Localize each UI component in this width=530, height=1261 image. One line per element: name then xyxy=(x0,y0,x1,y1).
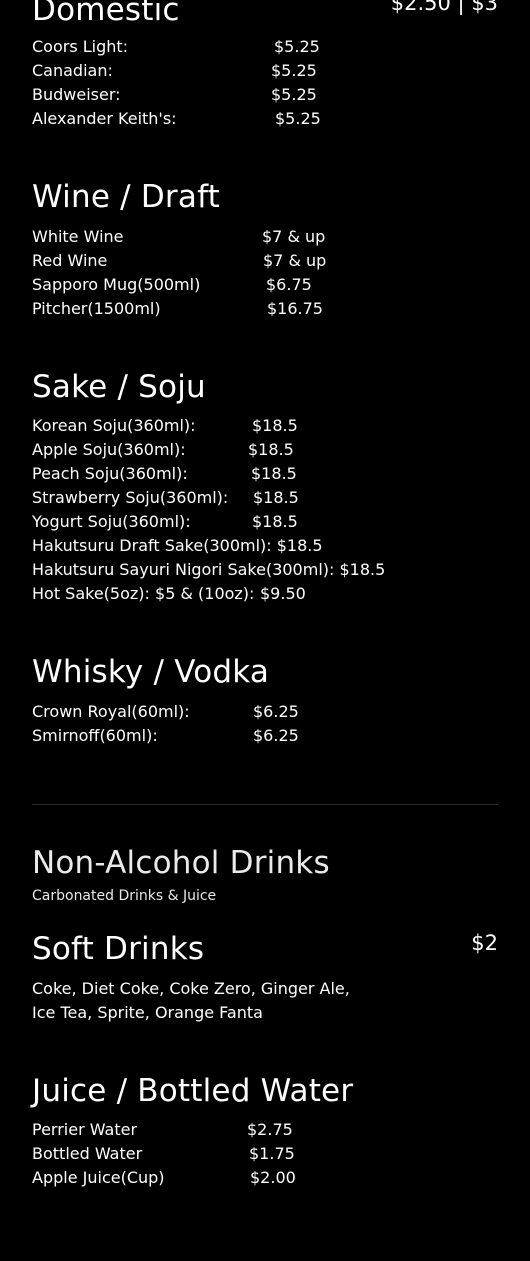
item-price: $6.75 xyxy=(266,275,312,294)
section-title-domestic: Domestic xyxy=(32,0,180,28)
section-title-wine: Wine / Draft xyxy=(32,179,220,215)
item-name: White Wine xyxy=(32,227,124,246)
section-divider xyxy=(32,804,498,805)
item-price: $18.5 xyxy=(252,416,298,435)
menu-item: Budweiser: $5.25 xyxy=(32,83,317,107)
menu-item: Coors Light: $5.25 xyxy=(32,35,320,59)
section-title-soft-drinks: Soft Drinks xyxy=(32,931,205,967)
item-price: $18.5 xyxy=(248,440,294,459)
item-name: Korean Soju(360ml): xyxy=(32,416,196,435)
item-name: Smirnoff(60ml): xyxy=(32,726,158,745)
menu-item: Alexander Keith's: $5.25 xyxy=(32,107,321,131)
item-name: Perrier Water xyxy=(32,1120,138,1139)
item-price: $6.25 xyxy=(253,702,299,721)
menu-item: Strawberry Soju(360ml): $18.5 xyxy=(32,486,299,510)
menu-item: Peach Soju(360ml): $18.5 xyxy=(32,462,297,486)
menu-item: Sapporo Mug(500ml) $6.75 xyxy=(32,273,312,297)
menu-item: Hakutsuru Sayuri Nigori Sake(300ml): $18… xyxy=(32,558,385,582)
item-price: $18.5 xyxy=(252,512,298,531)
item-name: Hakutsuru Sayuri Nigori Sake(300ml): $18… xyxy=(32,560,386,579)
item-name: Yogurt Soju(360ml): xyxy=(32,512,191,531)
menu-item: Korean Soju(360ml): $18.5 xyxy=(32,414,298,438)
menu-item: Hakutsuru Draft Sake(300ml): $18.5 xyxy=(32,534,323,558)
item-price: $18.5 xyxy=(253,488,299,507)
menu-item: Apple Juice(Cup) $2.00 xyxy=(32,1166,296,1190)
item-name: Strawberry Soju(360ml): xyxy=(32,488,229,507)
item-name: Red Wine xyxy=(32,251,108,270)
item-price: $5.25 xyxy=(271,61,317,80)
item-name: Canadian: xyxy=(32,61,113,80)
item-price: $1.75 xyxy=(249,1144,295,1163)
item-price: $5.25 xyxy=(271,85,317,104)
item-name: Hakutsuru Draft Sake(300ml): $18.5 xyxy=(32,536,323,555)
item-name: Apple Juice(Cup) xyxy=(32,1168,165,1187)
menu-item: Apple Soju(360ml): $18.5 xyxy=(32,438,294,462)
menu-item: Pitcher(1500ml) $16.75 xyxy=(32,297,323,321)
soft-drinks-price: $2 xyxy=(471,931,498,955)
item-name: Apple Soju(360ml): xyxy=(32,440,186,459)
soft-drinks-description: Coke, Diet Coke, Coke Zero, Ginger Ale, … xyxy=(32,979,350,1022)
nonalcohol-subtitle: Carbonated Drinks & Juice xyxy=(32,888,217,904)
item-name: Pitcher(1500ml) xyxy=(32,299,161,318)
menu-item: Canadian: $5.25 xyxy=(32,59,317,83)
item-price: $2.75 xyxy=(247,1120,293,1139)
section-title-whisky: Whisky / Vodka xyxy=(32,654,270,690)
item-name: Budweiser: xyxy=(32,85,121,104)
item-price: $7 & up xyxy=(263,251,327,270)
item-name: Peach Soju(360ml): xyxy=(32,464,188,483)
menu-item: Red Wine $7 & up xyxy=(32,249,326,273)
item-price: $16.75 xyxy=(267,299,323,318)
menu-item: Yogurt Soju(360ml): $18.5 xyxy=(32,510,298,534)
menu-item: Bottled Water $1.75 xyxy=(32,1142,295,1166)
item-price: $7 & up xyxy=(262,227,326,246)
menu-item: White Wine $7 & up xyxy=(32,225,325,249)
section-title-juice: Juice / Bottled Water xyxy=(32,1073,354,1109)
menu-item: Smirnoff(60ml): $6.25 xyxy=(32,724,299,748)
item-price: $9.50 xyxy=(260,584,306,603)
menu-item: Perrier Water $2.75 xyxy=(32,1118,293,1142)
item-price: $5.25 xyxy=(275,109,321,128)
item-name: Sapporo Mug(500ml) xyxy=(32,275,201,294)
item-price: $5.25 xyxy=(274,37,320,56)
section-title-sake: Sake / Soju xyxy=(32,369,206,405)
item-price: $18.5 xyxy=(251,464,297,483)
item-price: $6.25 xyxy=(253,726,299,745)
item-name: Hot Sake(5oz): $5 & (10oz): xyxy=(32,584,255,603)
item-name: Bottled Water xyxy=(32,1144,143,1163)
menu-item: Crown Royal(60ml): $6.25 xyxy=(32,700,299,724)
item-name: Coors Light: xyxy=(32,37,129,56)
section-title-nonalcohol: Non-Alcohol Drinks xyxy=(32,845,330,881)
item-price: $2.00 xyxy=(250,1168,296,1187)
item-name: Crown Royal(60ml): xyxy=(32,702,190,721)
domestic-price: $2.50 | $3 xyxy=(390,0,498,15)
item-name: Alexander Keith's: xyxy=(32,109,177,128)
menu-item: Hot Sake(5oz): $5 & (10oz): $9.50 xyxy=(32,582,306,606)
